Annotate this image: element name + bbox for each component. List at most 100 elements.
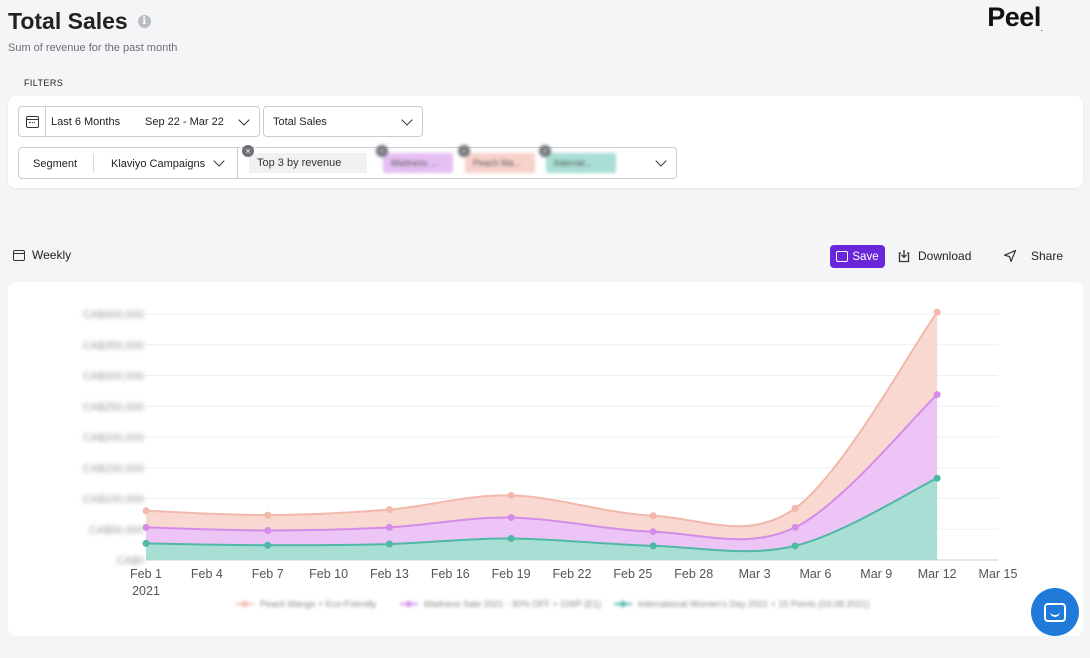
legend-label: Peach Mango + Eco-Friendly — [260, 599, 377, 609]
chart-legend: Peach Mango + Eco-Friendly Madness Sale 2… — [236, 599, 869, 609]
calendar-icon — [25, 115, 39, 128]
chip-label: Internat... — [554, 158, 593, 168]
close-icon[interactable]: × — [539, 145, 551, 157]
page-subtitle: Sum of revenue for the past month — [8, 42, 178, 54]
chat-button[interactable] — [1031, 588, 1079, 636]
close-icon[interactable]: × — [458, 145, 470, 157]
x-tick-label: Feb 4 — [191, 567, 223, 581]
chip-label: Peach Ma... — [473, 158, 522, 168]
logo-dot: . — [1040, 27, 1043, 33]
chevron-down-icon[interactable] — [401, 114, 413, 126]
y-tick-label: CA$150,000 — [83, 463, 144, 475]
legend-label: International Women's Day 2021 + 15 Poin… — [638, 599, 869, 609]
data-point — [649, 512, 657, 520]
date-range-picker[interactable]: Last 6 Months Sep 22 - Mar 22 — [18, 106, 260, 137]
data-point — [649, 542, 657, 550]
date-calendar-cell[interactable] — [19, 107, 46, 136]
sales-area-chart: CA$0 CA$50,000 CA$100,000 CA$150,000 CA$200,… — [83, 308, 1017, 609]
x-tick-label: Feb 19 — [492, 567, 531, 581]
date-range-label: Last 6 Months — [51, 116, 121, 128]
page-title: Total Sales i — [8, 8, 151, 35]
segment-filter[interactable]: Segment Klaviyo Campaigns × Top 3 by rev… — [18, 145, 677, 179]
download-icon — [898, 250, 910, 263]
data-point — [385, 506, 393, 514]
data-point — [507, 534, 515, 542]
legend-label: Madness Sale 2021 - 30% OFF + GWP (E1) — [424, 599, 601, 609]
x-tick-label: Feb 16 — [431, 567, 470, 581]
filter-panel: Last 6 Months Sep 22 - Mar 22 Total Sale… — [8, 96, 1083, 188]
y-axis-labels: CA$0 CA$50,000 CA$100,000 CA$150,000 CA$200,… — [83, 309, 144, 567]
y-tick-label: CA$0 — [116, 555, 144, 567]
save-button[interactable]: Save — [830, 245, 885, 268]
info-icon[interactable]: i — [137, 15, 151, 28]
calendar-icon — [13, 249, 25, 261]
legend-swatch-dot — [406, 601, 412, 607]
save-icon — [836, 251, 849, 262]
x-year-label: 2021 — [132, 584, 160, 598]
data-point — [142, 507, 150, 515]
chip-international[interactable]: × Internat... — [539, 145, 616, 173]
segment-divider-2 — [237, 148, 238, 178]
data-point — [264, 526, 272, 534]
share-button[interactable]: Share — [1003, 249, 1063, 263]
chip-top-3[interactable]: × Top 3 by revenue — [242, 145, 367, 173]
close-icon[interactable]: × — [376, 145, 388, 157]
y-tick-label: CA$50,000 — [89, 524, 144, 536]
data-point — [507, 491, 515, 499]
data-point — [933, 474, 941, 482]
data-point — [385, 540, 393, 548]
chevron-down-icon[interactable] — [213, 155, 225, 167]
y-tick-label: CA$100,000 — [83, 494, 144, 506]
data-point — [933, 391, 941, 399]
download-button[interactable]: Download — [897, 249, 971, 263]
legend-swatch-dot — [620, 601, 626, 607]
y-tick-label: CA$400,000 — [83, 309, 144, 321]
data-point — [791, 523, 799, 531]
data-point — [264, 511, 272, 519]
data-point — [649, 528, 657, 536]
page: Total Sales i Sum of revenue for the pas… — [0, 0, 1090, 658]
close-icon[interactable]: × — [242, 145, 254, 157]
date-span-label: Sep 22 - Mar 22 — [145, 116, 224, 128]
download-label: Download — [918, 249, 972, 263]
interval-label: Weekly — [32, 248, 72, 262]
segment-value[interactable]: Klaviyo Campaigns — [111, 158, 205, 170]
filters-label: FILTERS — [24, 78, 64, 88]
legend-swatch-dot — [242, 601, 248, 607]
data-point — [933, 308, 941, 316]
data-point — [385, 523, 393, 531]
y-tick-label: CA$200,000 — [83, 432, 144, 444]
x-axis-labels: Feb 1 Feb 4 Feb 7 Feb 10 Feb 13 Feb 16 Feb 19 F… — [130, 567, 1017, 598]
data-point — [507, 514, 515, 522]
metric-select-value: Total Sales — [273, 116, 327, 128]
area-series-fill — [146, 312, 938, 540]
x-tick-label: Feb 28 — [674, 567, 713, 581]
chip-label: Madness ... — [391, 158, 438, 168]
x-tick-label: Mar 9 — [860, 567, 892, 581]
chevron-down-icon[interactable] — [238, 114, 250, 126]
data-point — [142, 539, 150, 547]
segment-label: Segment — [33, 158, 78, 170]
chip-madness[interactable]: × Madness ... — [376, 145, 453, 173]
metric-select[interactable]: Total Sales — [263, 106, 423, 137]
y-tick-label: CA$350,000 — [83, 340, 144, 352]
data-point — [791, 504, 799, 512]
chevron-down-icon[interactable] — [655, 155, 667, 167]
share-label: Share — [1031, 249, 1064, 263]
interval-selector[interactable]: Weekly — [13, 248, 71, 262]
chip-peach[interactable]: × Peach Ma... — [458, 145, 535, 173]
page-title-text: Total Sales — [8, 8, 128, 34]
x-tick-label: Feb 13 — [370, 567, 409, 581]
chip-label: Top 3 by revenue — [257, 157, 342, 169]
y-tick-label: CA$250,000 — [83, 401, 144, 413]
save-label: Save — [852, 250, 879, 263]
logo-text: Peel — [987, 2, 1041, 32]
x-tick-label: Feb 22 — [553, 567, 592, 581]
data-point — [264, 541, 272, 549]
y-tick-label: CA$300,000 — [83, 371, 144, 383]
x-tick-label: Mar 15 — [979, 567, 1018, 581]
x-tick-label: Feb 25 — [613, 567, 652, 581]
x-tick-label: Mar 12 — [918, 567, 957, 581]
data-point — [791, 542, 799, 550]
peel-logo: Peel. — [987, 2, 1042, 33]
